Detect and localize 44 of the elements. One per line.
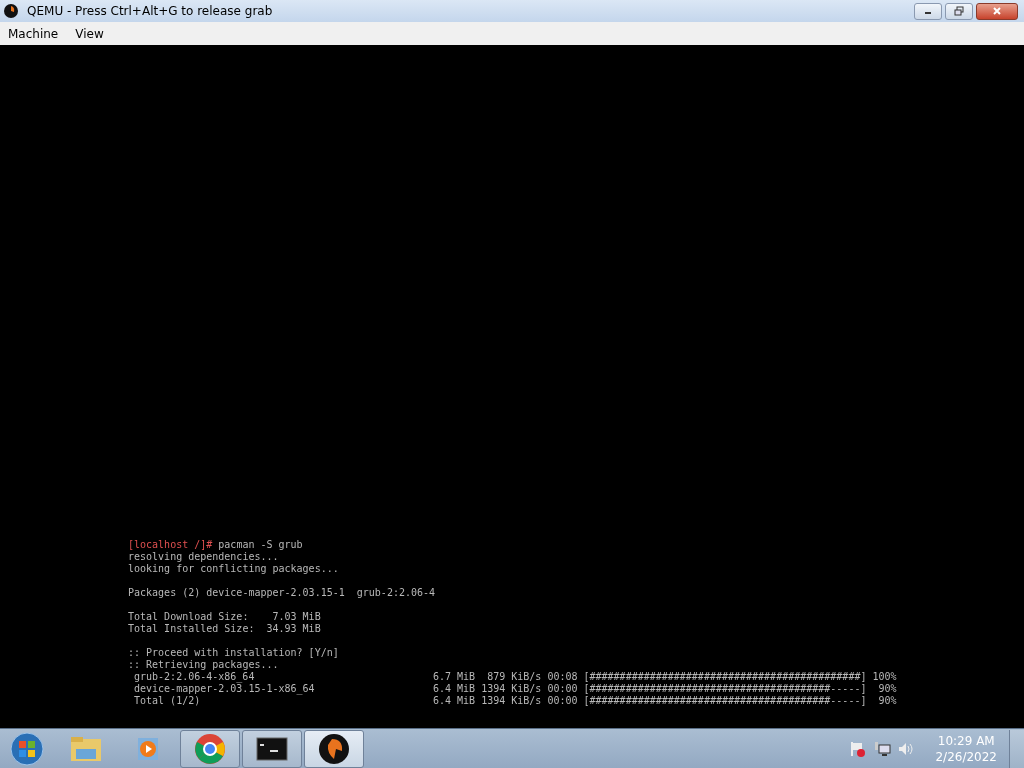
terminal-line: Packages (2) device-mapper-2.03.15-1 grub-2:2.06-4: [128, 587, 436, 598]
menu-item[interactable]: View: [75, 26, 104, 41]
terminal-line: resolving dependencies...: [128, 551, 279, 562]
terminal-line: :: Retrieving packages...: [128, 659, 279, 670]
window-title: QEMU - Press Ctrl+Alt+G to release grab: [27, 4, 273, 18]
progress-text: [########################################-----]: [583, 683, 867, 695]
package-name: device-mapper-2.03.15-1-x86_64: [134, 683, 316, 695]
terminal-line: Total Download Size: 7.03 MiB: [128, 611, 321, 622]
terminal-line: looking for conflicting packages...: [128, 563, 339, 574]
folder-icon: [70, 734, 102, 763]
download-rate: 879 KiB/s: [486, 671, 542, 683]
download-rate: 1394 KiB/s: [480, 683, 542, 695]
restore-icon: [954, 6, 964, 16]
taskbar-button[interactable]: [304, 729, 364, 768]
terminal-line: :: Proceed with installation? [Y/n]: [128, 647, 339, 658]
close-button[interactable]: [976, 2, 1018, 20]
progress-text: [#############################################]: [583, 671, 867, 683]
app-icon: [3, 3, 19, 19]
restore-button[interactable]: [945, 2, 973, 20]
download-time: 00:00: [547, 683, 578, 695]
terminal-line: Total Installed Size: 34.93 MiB: [128, 623, 321, 634]
progress-text: [########################################-----]: [583, 695, 867, 707]
download-size: 6.7 MiB: [433, 671, 476, 683]
download-percent: 90%: [877, 695, 897, 707]
show-desktop-button[interactable]: [1009, 729, 1024, 768]
download-time: 00:08: [547, 671, 578, 683]
network-icon[interactable]: [873, 739, 892, 758]
package-name: Total (1/2): [134, 695, 202, 707]
flag-icon[interactable]: [849, 739, 868, 758]
download-percent: 100%: [871, 671, 897, 683]
download-size: 6.4 MiB: [433, 695, 476, 707]
download-size: 6.4 MiB: [433, 683, 476, 695]
app-icon: [318, 732, 350, 765]
taskbar-button[interactable]: [242, 729, 302, 768]
download-time: 00:00: [547, 695, 578, 707]
download-rate: 1394 KiB/s: [480, 695, 542, 707]
package-name: grub-2:2.06-4-x86_64: [134, 671, 256, 683]
close-icon: [992, 6, 1002, 16]
console-icon: [256, 736, 288, 761]
command-line: [localhost /]# pacman -S grub: [128, 539, 303, 550]
minimize-button[interactable]: [914, 2, 942, 20]
download-percent: 90%: [877, 683, 897, 695]
browser-icon: [194, 732, 226, 765]
menu-item[interactable]: Machine: [8, 26, 59, 41]
